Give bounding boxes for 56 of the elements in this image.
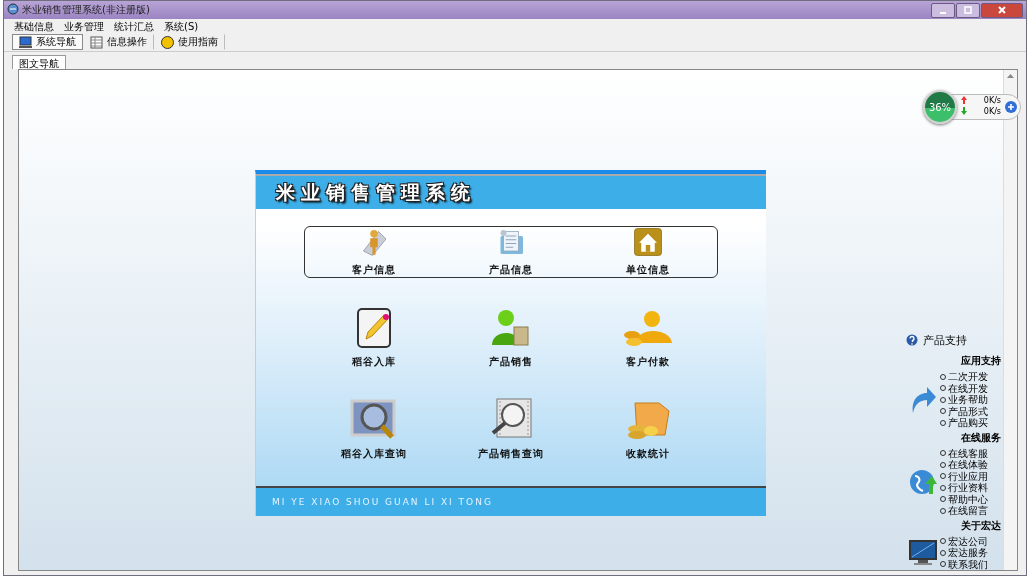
module-label[interactable]: 产品销售查询 (478, 447, 544, 461)
support-link[interactable]: 行业资料 (948, 482, 988, 494)
person-bag-icon[interactable] (490, 307, 532, 349)
support-link[interactable]: 产品形式 (948, 405, 988, 417)
module-label[interactable]: 稻谷入库 (351, 355, 396, 369)
menu-item[interactable]: 系统(S) (164, 20, 199, 32)
toolbar-button[interactable]: 使用指南 (154, 34, 225, 50)
house-icon[interactable] (633, 227, 664, 257)
toolbar-button[interactable]: 信息操作 (83, 34, 154, 50)
support-link[interactable]: 宏达服务 (948, 547, 988, 559)
app-icon (7, 3, 19, 15)
module-label[interactable]: 产品销售 (489, 355, 533, 369)
close-icon (997, 6, 1007, 14)
support-link[interactable]: 产品购买 (948, 417, 988, 429)
module-label[interactable]: 单位信息 (626, 263, 671, 277)
support-heading: 应用支持 (960, 354, 1001, 368)
window-title: 米业销售管理系统(非注册版) (22, 3, 150, 17)
maximize-icon (963, 6, 973, 14)
support-link[interactable]: 二次开发 (948, 371, 988, 383)
upload-speed: 0K/s (982, 96, 1001, 107)
plus-icon[interactable] (1005, 101, 1017, 113)
magnifier-picture-icon[interactable] (349, 397, 398, 441)
menu-item[interactable]: 统计汇总 (114, 20, 154, 32)
support-title: 产品支持 (923, 333, 967, 348)
scroll-up-icon[interactable] (1007, 74, 1014, 78)
support-link[interactable]: 宏达公司 (948, 535, 988, 547)
maximize-button[interactable] (956, 2, 980, 18)
support-link[interactable]: 行业应用 (948, 470, 988, 482)
menu-item[interactable]: 基础信息 (14, 20, 54, 32)
support-link[interactable]: 联系我们 (948, 558, 988, 570)
module-label[interactable]: 收款统计 (626, 447, 671, 461)
monitor-icon (19, 35, 32, 49)
module-label[interactable]: 产品信息 (489, 263, 533, 277)
support-link[interactable]: 帮助中心 (948, 493, 988, 505)
monitor-icon (908, 538, 938, 567)
cpu-gauge: 36% (923, 90, 957, 124)
minimize-button[interactable] (931, 2, 955, 18)
support-heading: 关于宏达 (960, 518, 1001, 533)
download-speed: 0K/s (982, 107, 1001, 118)
toolbar-button[interactable]: 系统导航 (12, 34, 83, 50)
panel-footer-text: MI YE XIAO SHOU GUAN LI XI TONG (272, 497, 493, 507)
menu-item[interactable]: 业务管理 (64, 20, 104, 32)
module-label[interactable]: 稻谷入库查询 (340, 447, 407, 461)
module-label[interactable]: 客户付款 (626, 355, 671, 369)
module-label[interactable]: 客户信息 (351, 263, 396, 277)
support-link[interactable]: 在线留言 (948, 505, 988, 517)
support-link[interactable]: 在线体验 (948, 459, 988, 471)
support-link[interactable]: 在线客服 (948, 447, 988, 459)
magnifier-film-icon[interactable] (489, 397, 533, 441)
close-button[interactable] (981, 2, 1023, 18)
tab[interactable]: 图文导航 (12, 55, 66, 69)
support-heading: 在线服务 (960, 430, 1001, 445)
panel-title: 米业销售管理系统 (276, 179, 476, 205)
support-link[interactable]: 在线开发 (948, 382, 988, 394)
grid-icon (90, 35, 103, 49)
support-link[interactable]: 业务帮助 (948, 394, 988, 406)
